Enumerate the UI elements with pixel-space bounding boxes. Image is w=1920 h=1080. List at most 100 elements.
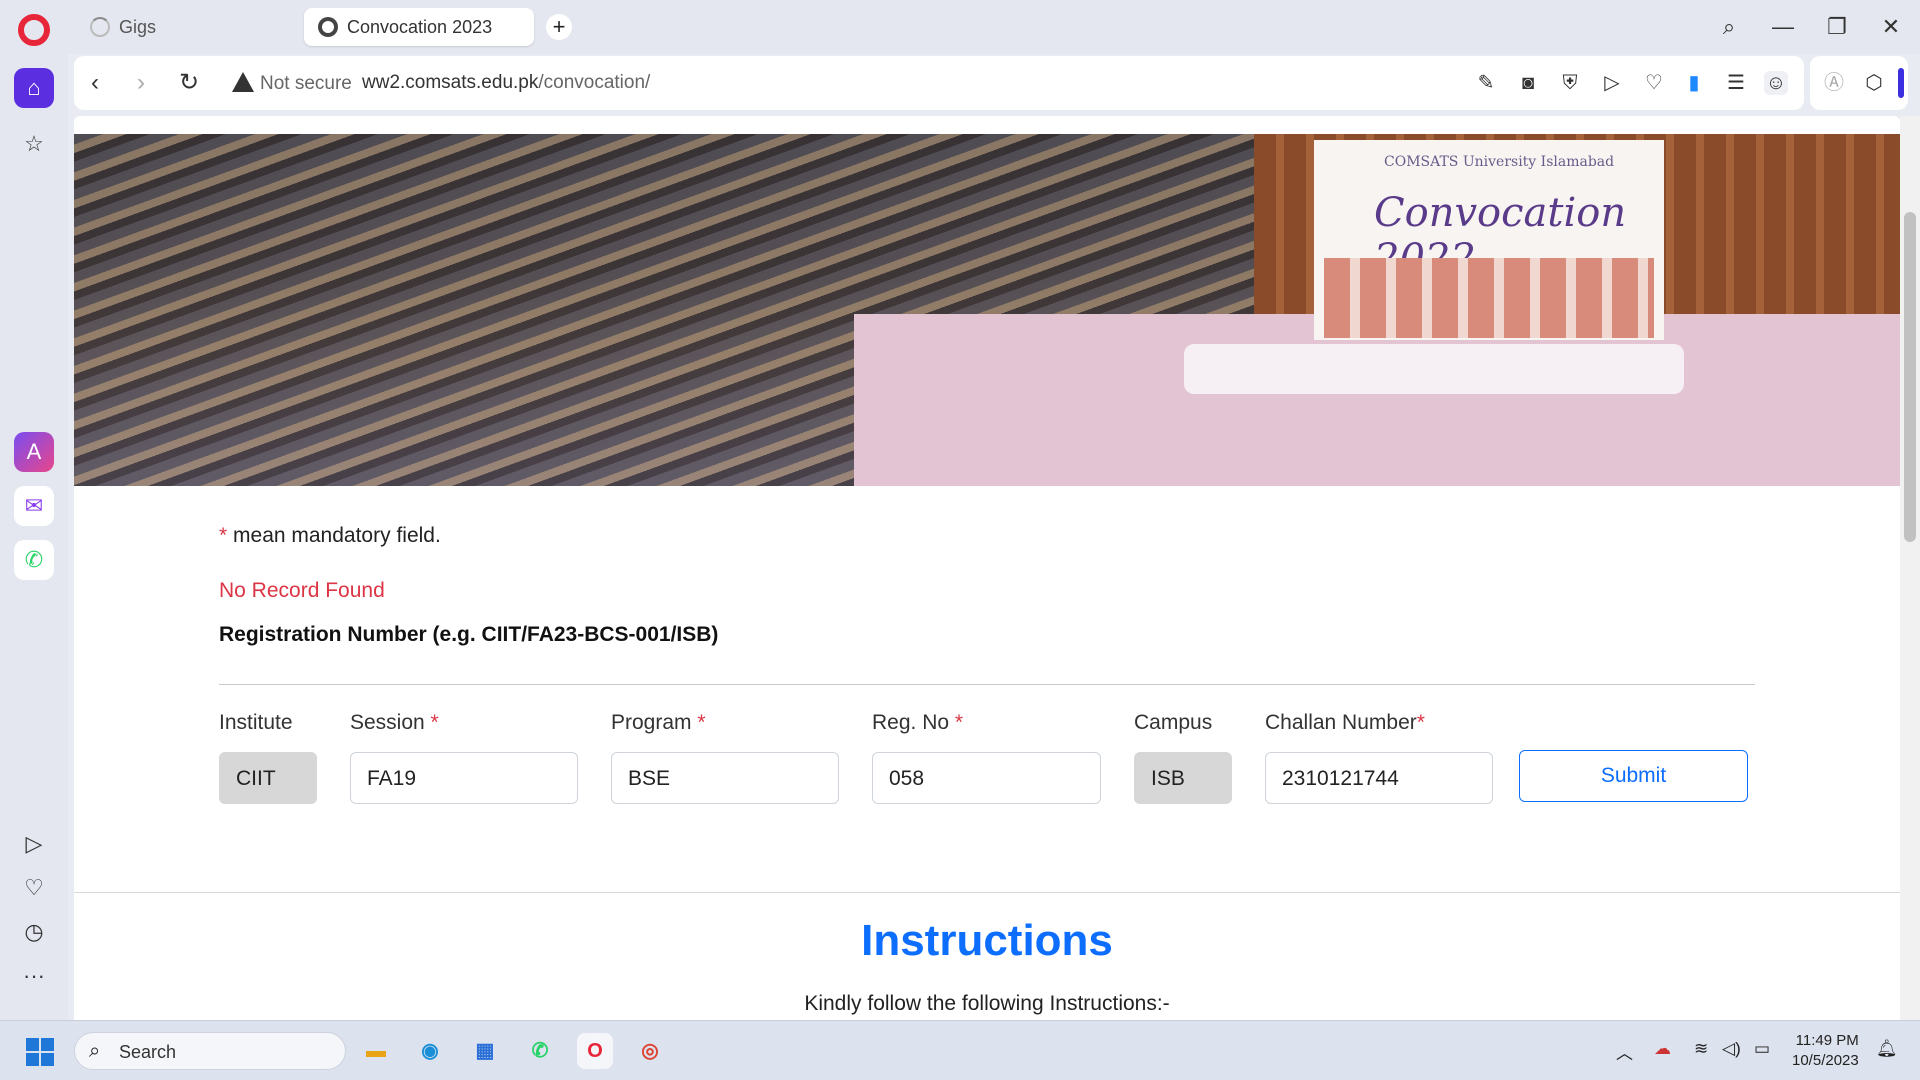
back-button[interactable]: ‹	[80, 68, 110, 98]
more-icon[interactable]: ···	[14, 956, 54, 996]
search-icon: ⌕	[89, 1040, 101, 1062]
tray-overflow-icon[interactable]: ︿	[1616, 1039, 1633, 1064]
battery-icon[interactable]: ▭	[1754, 1039, 1770, 1059]
battery-saver-icon[interactable]: ▮	[1682, 71, 1706, 95]
whatsapp-taskbar-icon[interactable]: ✆	[522, 1033, 558, 1069]
loading-icon	[90, 17, 110, 37]
required-star: *	[691, 711, 706, 734]
session-label: Session *	[350, 711, 439, 735]
campus-label: Campus	[1134, 711, 1212, 735]
error-message: No Record Found	[219, 579, 385, 602]
submit-button[interactable]: Submit	[1519, 750, 1748, 802]
instructions-heading: Instructions	[861, 916, 1113, 965]
backdrop-subtitle: COMSATS University Islamabad	[1384, 154, 1615, 170]
adblock-icon[interactable]: ⛨	[1558, 71, 1582, 95]
clock-time: 11:49 PM	[1795, 1032, 1859, 1049]
sidebar-indicator	[1898, 68, 1904, 98]
aria-icon[interactable]: A	[14, 432, 54, 472]
label-text: Session	[350, 711, 425, 734]
required-star: *	[424, 711, 439, 734]
edit-icon[interactable]: ✎	[1474, 71, 1498, 95]
required-star: *	[1416, 711, 1425, 734]
browser-sidebar: ⌂ ☆ A ✉ ✆ ▷ ♡ ◷ ···	[0, 54, 68, 1020]
wifi-icon[interactable]: ≋	[1694, 1039, 1708, 1059]
reg-no-input[interactable]: 058	[872, 752, 1101, 804]
favorites-heart-icon[interactable]: ♡	[14, 868, 54, 908]
mandatory-text: mean mandatory field.	[227, 524, 441, 547]
windows-taskbar: ⌕ Search ▬ ◉ ▦ ✆ O ◎ ︿ ☁ ≋ ◁) ▭ 11:49 PM…	[0, 1020, 1920, 1080]
opera-logo-icon[interactable]	[18, 14, 50, 46]
chrome-icon[interactable]: ◎	[632, 1033, 668, 1069]
history-clock-icon[interactable]: ◷	[14, 912, 54, 952]
page-scrollbar[interactable]	[1900, 116, 1920, 1020]
store-icon[interactable]: ▦	[467, 1033, 503, 1069]
label-text: Reg. No	[872, 711, 950, 734]
extensions-cube-icon[interactable]: ⬡	[1862, 71, 1886, 95]
divider	[219, 684, 1755, 685]
warning-icon[interactable]	[232, 72, 254, 92]
page-viewport: COMSATS University Islamabad Convocation…	[74, 116, 1900, 1020]
windows-start-icon[interactable]	[26, 1038, 54, 1066]
registration-label: Registration Number (e.g. CIIT/FA23-BCS-…	[219, 623, 719, 646]
notification-bell-icon[interactable]: 🔔︎	[1876, 1039, 1898, 1059]
forward-button[interactable]: ›	[126, 68, 156, 98]
url-field[interactable]: ww2.comsats.edu.pk/convocation/	[362, 72, 650, 94]
security-label[interactable]: Not secure	[260, 73, 352, 95]
label-text: Institute	[219, 711, 293, 734]
instructions-subtitle: Kindly follow the following Instructions…	[804, 992, 1170, 1015]
heart-icon[interactable]: ♡	[1642, 71, 1666, 95]
bookmarks-star-icon[interactable]: ☆	[14, 124, 54, 164]
file-explorer-icon[interactable]: ▬	[358, 1033, 394, 1069]
taskbar-search[interactable]: ⌕ Search	[74, 1032, 346, 1070]
challan-number-input[interactable]: 2310121744	[1265, 752, 1493, 804]
institute-field: CIIT	[219, 752, 317, 804]
reg-no-label: Reg. No *	[872, 711, 963, 735]
minimize-button[interactable]: —	[1766, 12, 1800, 42]
scrollbar-thumb[interactable]	[1904, 212, 1916, 542]
url-host: ww2.comsats.edu.pk	[362, 72, 539, 93]
clock-date: 10/5/2023	[1792, 1052, 1859, 1069]
home-icon[interactable]: ⌂	[14, 68, 54, 108]
campus-field: ISB	[1134, 752, 1232, 804]
tab-label: Convocation 2023	[347, 16, 493, 37]
label-text: Program	[611, 711, 692, 734]
reload-button[interactable]: ↻	[174, 68, 204, 98]
program-input[interactable]: BSE	[611, 752, 839, 804]
player-icon[interactable]: ▷	[14, 824, 54, 864]
address-bar: ‹ › ↻ Not secure ww2.comsats.edu.pk/conv…	[74, 56, 1804, 110]
camera-icon[interactable]: ◙	[1516, 71, 1540, 95]
tab-convocation[interactable]: Convocation 2023	[304, 8, 534, 46]
whatsapp-icon[interactable]: ✆	[14, 540, 54, 580]
convocation-backdrop: COMSATS University Islamabad Convocation…	[1314, 140, 1664, 340]
edge-icon[interactable]: ◉	[412, 1033, 448, 1069]
tab-bar: Gigs Convocation 2023 + ⌕ — ❐ ✕	[0, 0, 1920, 54]
url-path: /convocation/	[538, 72, 651, 93]
label-text: Challan Number	[1265, 711, 1417, 734]
opera-taskbar-icon[interactable]: O	[577, 1033, 613, 1069]
onedrive-icon[interactable]: ☁	[1654, 1039, 1671, 1059]
clock[interactable]: 11:49 PM 10/5/2023	[1792, 1031, 1859, 1071]
send-icon[interactable]: ▷	[1600, 71, 1624, 95]
tab-gigs[interactable]: Gigs	[76, 8, 296, 46]
institute-label: Institute	[219, 711, 293, 735]
extension-icon[interactable]: Ⓐ	[1822, 71, 1846, 95]
restore-button[interactable]: ❐	[1820, 12, 1854, 42]
search-label: Search	[119, 1042, 177, 1062]
close-button[interactable]: ✕	[1874, 12, 1908, 42]
session-input[interactable]: FA19	[350, 752, 578, 804]
new-tab-button[interactable]: +	[546, 14, 572, 40]
section-divider	[74, 892, 1900, 893]
tab-label: Gigs	[119, 16, 157, 37]
volume-icon[interactable]: ◁)	[1722, 1039, 1741, 1059]
messenger-icon[interactable]: ✉	[14, 486, 54, 526]
program-label: Program *	[611, 711, 706, 735]
easy-setup-icon[interactable]: ☰	[1724, 71, 1748, 95]
campus-buildings	[1324, 258, 1654, 338]
search-tabs-icon[interactable]: ⌕	[1712, 12, 1746, 42]
profile-icon[interactable]: ☺	[1764, 71, 1788, 95]
mandatory-note: * mean mandatory field.	[219, 524, 441, 548]
stage	[1184, 344, 1684, 394]
extensions-bar: Ⓐ ⬡	[1810, 56, 1908, 110]
required-star: *	[949, 711, 964, 734]
required-star: *	[219, 524, 228, 547]
